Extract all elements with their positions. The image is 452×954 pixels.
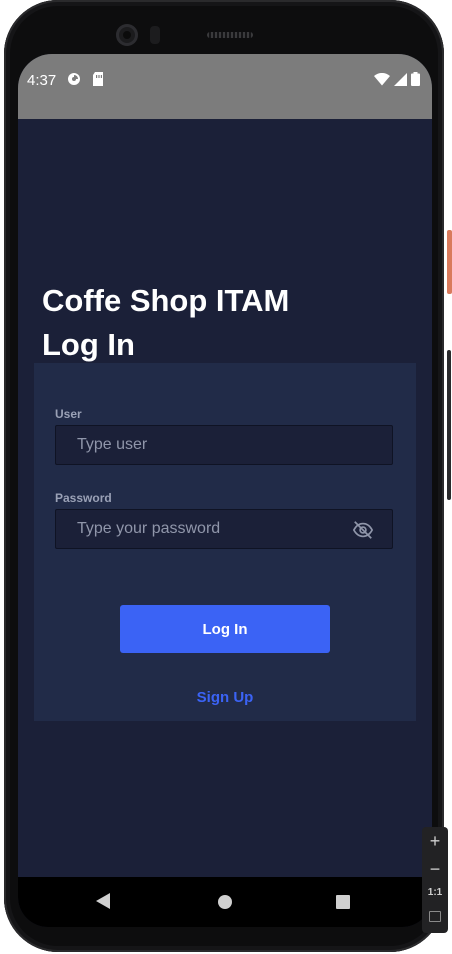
- password-field: [55, 509, 393, 549]
- status-indicators: [374, 72, 420, 86]
- status-time: 4:37: [27, 72, 57, 89]
- eye-off-icon[interactable]: [352, 519, 374, 541]
- data-saver-icon: [68, 73, 80, 85]
- front-camera: [116, 24, 138, 46]
- power-button[interactable]: [447, 230, 452, 294]
- fit-screen-button[interactable]: [422, 911, 448, 925]
- app-title: Coffe Shop ITAM: [42, 283, 290, 318]
- page-title: Coffe Shop ITAM Log In: [42, 279, 402, 367]
- emulator-zoom-controls: + − 1:1: [422, 827, 448, 933]
- login-button[interactable]: Log In: [120, 605, 330, 653]
- sim-card-icon: [93, 72, 103, 86]
- zoom-in-button[interactable]: +: [422, 831, 448, 852]
- user-label: User: [55, 407, 82, 421]
- signal-icon: [394, 72, 407, 86]
- user-input[interactable]: [56, 426, 392, 464]
- fit-screen-icon: [429, 911, 441, 922]
- volume-button[interactable]: [447, 350, 451, 500]
- zoom-out-button[interactable]: −: [422, 859, 448, 880]
- recent-apps-icon[interactable]: [336, 895, 350, 909]
- earpiece-speaker: [207, 32, 253, 38]
- user-field: [55, 425, 393, 465]
- signup-link[interactable]: Sign Up: [34, 689, 416, 706]
- password-label: Password: [55, 491, 112, 505]
- zoom-ratio-button[interactable]: 1:1: [422, 887, 448, 898]
- login-form-card: User Password Log In Sign Up: [34, 363, 416, 721]
- password-input[interactable]: [56, 510, 392, 548]
- wifi-icon: [374, 72, 390, 85]
- battery-icon: [411, 72, 420, 86]
- navigation-bar: [18, 877, 432, 927]
- back-icon[interactable]: [96, 893, 110, 909]
- login-heading: Log In: [42, 327, 135, 362]
- device-screen: 4:37 Coffe Shop ITAM Log In User Type us…: [18, 54, 432, 927]
- home-icon[interactable]: [218, 895, 232, 909]
- login-screen: Coffe Shop ITAM Log In User Password Log…: [18, 119, 432, 877]
- proximity-sensor: [150, 26, 160, 44]
- status-bar: 4:37: [18, 54, 432, 119]
